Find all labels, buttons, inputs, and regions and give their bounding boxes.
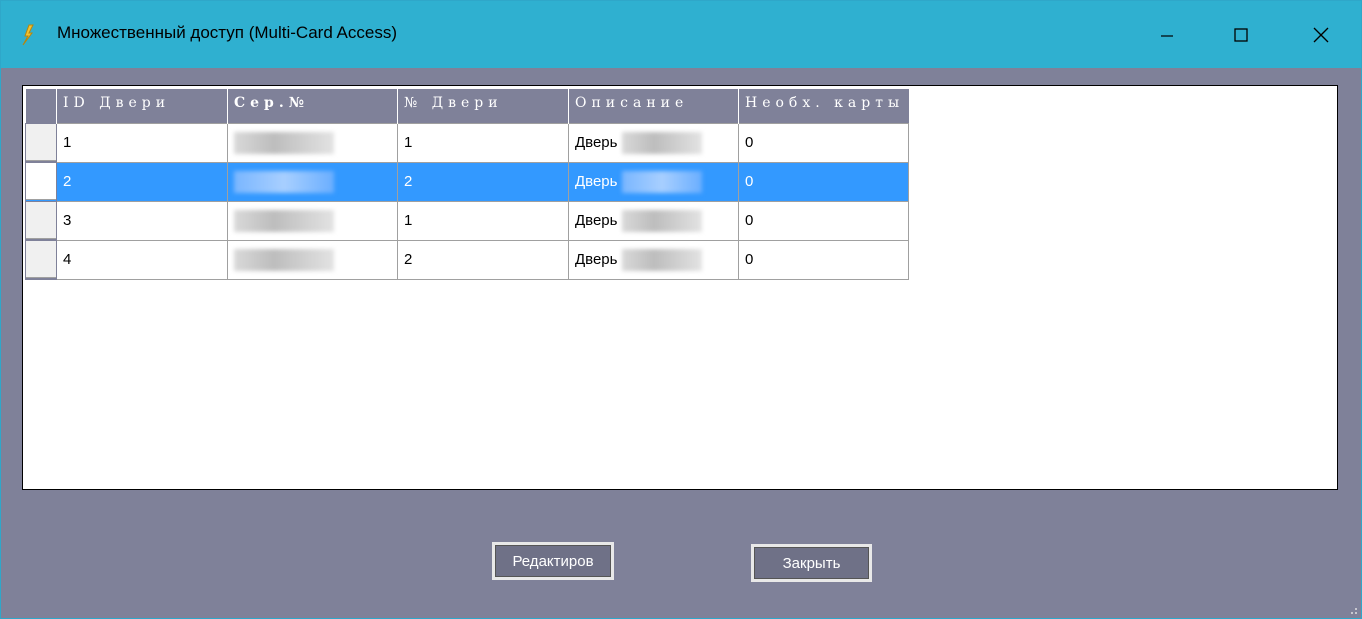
window-title: Множественный доступ (Multi-Card Access) [57,23,398,42]
row-header[interactable] [25,122,57,163]
cell-id[interactable]: 4 [56,239,228,280]
doors-table: ID Двери Сер.№ № Двери Описание Необх. к… [25,89,909,280]
resize-grip-icon[interactable] [1348,605,1358,615]
cell-required[interactable]: 0 [738,239,909,280]
multi-card-access-window: Множественный доступ (Multi-Card Access)… [0,0,1362,619]
description-prefix: Дверь [575,172,618,190]
column-header-description[interactable]: Описание [568,89,739,123]
cell-required[interactable]: 0 [738,200,909,241]
table-row-selected[interactable]: 2 2 Дверь 0 [25,161,909,202]
maximize-icon [1234,27,1248,42]
header-row: ID Двери Сер.№ № Двери Описание Необх. к… [25,89,909,123]
cell-serial[interactable] [227,122,398,163]
close-window-button[interactable] [1291,1,1351,68]
close-button[interactable]: Закрыть [751,544,872,582]
redacted-description [621,209,702,232]
cell-id[interactable]: 3 [56,200,228,241]
table-row[interactable]: 4 2 Дверь 0 [25,239,909,280]
cell-required[interactable]: 0 [738,122,909,163]
redacted-serial [234,170,334,193]
cell-id[interactable]: 1 [56,122,228,163]
row-header[interactable] [25,200,57,241]
cell-required[interactable]: 0 [738,161,909,202]
redacted-serial [234,209,334,232]
redacted-serial [234,131,334,154]
keys-icon [22,24,34,46]
cell-description[interactable]: Дверь [568,161,739,202]
cell-description[interactable]: Дверь [568,239,739,280]
title-bar[interactable]: Множественный доступ (Multi-Card Access) [1,1,1361,68]
column-header-serial[interactable]: Сер.№ [227,89,398,123]
redacted-serial [234,248,334,271]
table-row[interactable]: 1 1 Дверь 0 [25,122,909,163]
redacted-description [621,170,702,193]
cell-description[interactable]: Дверь [568,200,739,241]
redacted-description [621,248,702,271]
cell-door-no[interactable]: 1 [397,200,569,241]
table-row[interactable]: 3 1 Дверь 0 [25,200,909,241]
row-header-corner [25,89,57,123]
minimize-icon [1161,34,1173,37]
row-header[interactable] [25,239,57,280]
description-prefix: Дверь [575,250,618,268]
cell-serial[interactable] [227,161,398,202]
column-header-required-cards[interactable]: Необх. карты [738,89,909,123]
row-header[interactable] [25,161,57,202]
cell-door-no[interactable]: 2 [397,161,569,202]
cell-id[interactable]: 2 [56,161,228,202]
cell-description[interactable]: Дверь [568,122,739,163]
cell-door-no[interactable]: 1 [397,122,569,163]
maximize-button[interactable] [1211,1,1271,68]
cell-serial[interactable] [227,239,398,280]
column-header-id[interactable]: ID Двери [56,89,228,123]
description-prefix: Дверь [575,133,618,151]
minimize-button[interactable] [1137,1,1197,68]
column-header-door-no[interactable]: № Двери [397,89,569,123]
description-prefix: Дверь [575,211,618,229]
redacted-description [621,131,702,154]
cell-serial[interactable] [227,200,398,241]
edit-button[interactable]: Редактиров [492,542,614,580]
doors-grid[interactable]: ID Двери Сер.№ № Двери Описание Необх. к… [22,85,1338,490]
close-icon [1313,27,1329,42]
cell-door-no[interactable]: 2 [397,239,569,280]
